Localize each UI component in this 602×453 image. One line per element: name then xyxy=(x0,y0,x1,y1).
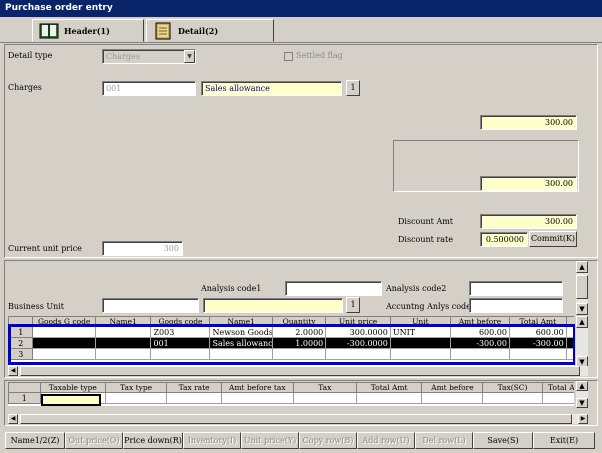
scroll-thumb[interactable] xyxy=(576,275,588,299)
scroll-down-icon[interactable]: ▼ xyxy=(576,398,588,408)
unit-price-button[interactable]: Unit price(Y) xyxy=(241,432,299,449)
tax-col-header[interactable]: Tax rate xyxy=(166,382,222,393)
price-down-button[interactable]: Price down(R) xyxy=(123,432,183,449)
delete-row-button[interactable]: Del row(L) xyxy=(415,432,473,449)
out-price-button[interactable]: Out price(O) xyxy=(65,432,123,449)
accunting-analysis-label: Accuntng Anlys code1 xyxy=(386,302,476,311)
footer-toolbar: Name1/2(Z) Out price(O) Price down(R) In… xyxy=(0,428,602,453)
tax-vscrollbar[interactable]: ▲ ▼ xyxy=(575,381,588,408)
lines-hscrollbar[interactable]: ◀ xyxy=(8,366,588,376)
name-toggle-button[interactable]: Name1/2(Z) xyxy=(5,432,65,449)
tax-col-header[interactable]: Total Amt(SC) xyxy=(541,382,574,393)
row-number[interactable]: 1 xyxy=(8,392,41,404)
settled-flag-checkbox[interactable] xyxy=(284,52,293,61)
business-unit-lookup-button[interactable]: 1 xyxy=(346,297,360,313)
charges-name-field[interactable]: Sales allowance xyxy=(201,81,342,96)
tax-col-header[interactable]: Amt before tax xyxy=(220,382,294,393)
row-header-corner xyxy=(8,382,41,393)
tax-col-header[interactable]: Total Amt xyxy=(355,382,423,393)
amount1-field[interactable]: 300.00 xyxy=(480,115,577,130)
scroll-up-icon[interactable]: ▲ xyxy=(576,261,588,273)
table-cell[interactable] xyxy=(292,392,357,404)
tax-col-header[interactable]: Tax(SC) xyxy=(482,382,543,393)
business-unit-name-field[interactable] xyxy=(203,298,343,313)
table-cell[interactable] xyxy=(166,392,222,404)
window-title: Purchase order entry xyxy=(0,0,602,17)
tax-hscrollbar[interactable]: ◀ ▶ xyxy=(8,414,588,424)
detail-type-label: Detail type xyxy=(8,51,53,60)
tab-detail-label: Detail(2) xyxy=(178,25,219,36)
taxable-type-active-cell[interactable] xyxy=(41,394,101,406)
discount-rate-label: Discount rate xyxy=(398,235,453,244)
accunting-analysis-field[interactable] xyxy=(469,298,563,313)
table-cell[interactable] xyxy=(421,392,484,404)
scroll-left-icon[interactable]: ◀ xyxy=(8,366,18,376)
discount-amt-field[interactable]: 300.00 xyxy=(480,214,577,229)
amount2-field[interactable]: 300.00 xyxy=(480,176,577,191)
business-unit-code-field[interactable] xyxy=(102,298,199,313)
tax-col-header[interactable]: Tax type xyxy=(104,382,168,393)
discount-rate-field[interactable]: 0.500000 xyxy=(480,232,528,247)
current-unit-price-label: Current unit price xyxy=(8,244,82,253)
lines-vscrollbar[interactable]: ▲ ▼ xyxy=(575,316,588,368)
tax-col-header[interactable]: Amt before xyxy=(421,382,484,393)
business-unit-label: Business Unit xyxy=(8,302,65,311)
discount-amt-label: Discount Amt xyxy=(398,217,454,226)
analysis-code2-label: Analysis code2 xyxy=(386,284,447,293)
charges-label: Charges xyxy=(8,83,42,92)
analysis-code1-label: Analysis code1 xyxy=(201,284,262,293)
table-cell[interactable] xyxy=(104,392,168,404)
scroll-right-icon[interactable]: ▶ xyxy=(578,414,588,424)
analysis-code1-field[interactable] xyxy=(285,281,382,296)
tax-col-header[interactable]: Tax xyxy=(292,382,357,393)
book-icon xyxy=(39,23,59,38)
detail-type-value: Charges xyxy=(106,52,140,61)
notebook-icon xyxy=(155,22,171,39)
commit-button[interactable]: Commit(K) xyxy=(529,231,577,247)
charges-code-field[interactable]: 001 xyxy=(102,81,196,96)
save-button[interactable]: Save(S) xyxy=(473,432,533,449)
table-cell[interactable] xyxy=(220,392,294,404)
hscroll-thumb[interactable] xyxy=(20,366,580,376)
table-cell[interactable] xyxy=(541,392,574,404)
scroll-up-icon[interactable]: ▲ xyxy=(576,316,588,328)
table-cell[interactable] xyxy=(482,392,543,404)
detail-type-select[interactable]: Charges ▼ xyxy=(102,49,196,64)
charges-lookup-button[interactable]: 1 xyxy=(346,80,360,96)
add-row-button[interactable]: Add row(U) xyxy=(357,432,415,449)
selection-highlight-box xyxy=(8,324,576,365)
analysis-scrollbar[interactable]: ▲ ▼ xyxy=(575,261,588,315)
scroll-left-icon[interactable]: ◀ xyxy=(8,414,18,424)
analysis-code2-field[interactable] xyxy=(469,281,563,296)
inventory-button[interactable]: Inventory(I) xyxy=(183,432,241,449)
settled-flag-label: Settled flag xyxy=(296,51,343,60)
scroll-up-icon[interactable]: ▲ xyxy=(576,381,588,391)
table-cell[interactable] xyxy=(355,392,423,404)
tab-header-label: Header(1) xyxy=(64,25,110,36)
hscroll-thumb[interactable] xyxy=(20,414,572,424)
tab-strip: Header(1) Detail(2) xyxy=(0,17,602,43)
chevron-down-icon: ▼ xyxy=(184,50,195,63)
current-unit-price-field[interactable]: 300 xyxy=(102,241,183,256)
exit-button[interactable]: Exit(E) xyxy=(533,432,595,449)
copy-row-button[interactable]: Copy row(B) xyxy=(299,432,357,449)
scroll-down-icon[interactable]: ▼ xyxy=(576,303,588,315)
tab-header[interactable]: Header(1) xyxy=(32,19,144,42)
tax-col-header[interactable]: Taxable type xyxy=(39,382,107,393)
tab-detail[interactable]: Detail(2) xyxy=(146,19,274,42)
